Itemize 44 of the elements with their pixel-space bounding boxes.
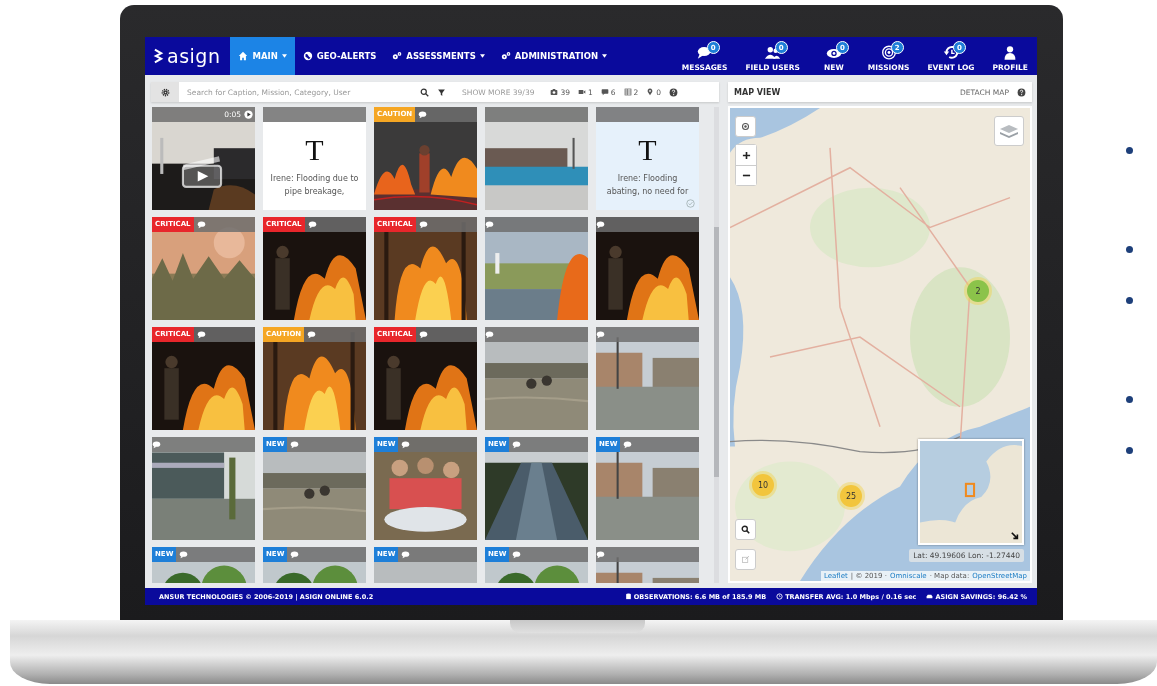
- map-pin-icon: [646, 88, 655, 96]
- text-note-icon: T: [638, 134, 657, 166]
- bullet-dot: [1126, 396, 1133, 403]
- text-note-card[interactable]: T Irene: Flooding abating, no need for: [596, 107, 699, 210]
- play-icon: [244, 110, 253, 119]
- gear-icon: [160, 87, 170, 97]
- database-icon: [624, 593, 632, 600]
- help-icon[interactable]: [1017, 87, 1026, 97]
- map-title: MAP VIEW: [734, 87, 781, 97]
- logo: asign: [145, 37, 231, 75]
- nav-tab[interactable]: ADMINISTRATION: [492, 37, 615, 75]
- logo-icon: [153, 47, 164, 65]
- check-icon: [686, 199, 695, 208]
- home-icon: [238, 51, 249, 61]
- gears-icon: [392, 51, 403, 61]
- text-note-icon: T: [305, 134, 324, 166]
- comment-icon: [600, 88, 609, 96]
- target-icon: [879, 45, 898, 60]
- car-icon: [926, 593, 934, 600]
- text-note-card[interactable]: T Irene: Flooding due to pipe breakage,: [263, 107, 366, 210]
- caret-icon: [281, 54, 287, 58]
- video-camera-icon: [578, 88, 586, 96]
- caret-icon: [602, 54, 607, 58]
- bullet-dot: [1126, 246, 1133, 253]
- settings-button[interactable]: [151, 82, 179, 102]
- history-icon: [941, 45, 960, 60]
- camera-icon: [550, 88, 559, 96]
- caret-icon: [479, 54, 485, 58]
- globe-icon: [302, 51, 313, 61]
- nav-tab[interactable]: GEO-ALERTS: [294, 37, 385, 75]
- table-icon: [623, 88, 632, 96]
- nav-tab[interactable]: MAIN: [230, 37, 295, 75]
- nav-tab[interactable]: ASSESSMENTS: [384, 37, 493, 75]
- filter-icon[interactable]: [437, 87, 446, 97]
- search-icon[interactable]: [420, 87, 429, 97]
- video-icon: [180, 153, 224, 189]
- note-caption: Irene: Flooding due to pipe breakage,: [269, 173, 360, 198]
- gears-icon: [500, 51, 511, 61]
- bullet-dot: [1126, 147, 1133, 154]
- clock-icon: [776, 593, 784, 600]
- note-caption: Irene: Flooding abating, no need for: [605, 173, 690, 198]
- bullet-dot: [1126, 447, 1133, 454]
- help-icon[interactable]: [669, 87, 679, 97]
- bullet-dot: [1126, 297, 1133, 304]
